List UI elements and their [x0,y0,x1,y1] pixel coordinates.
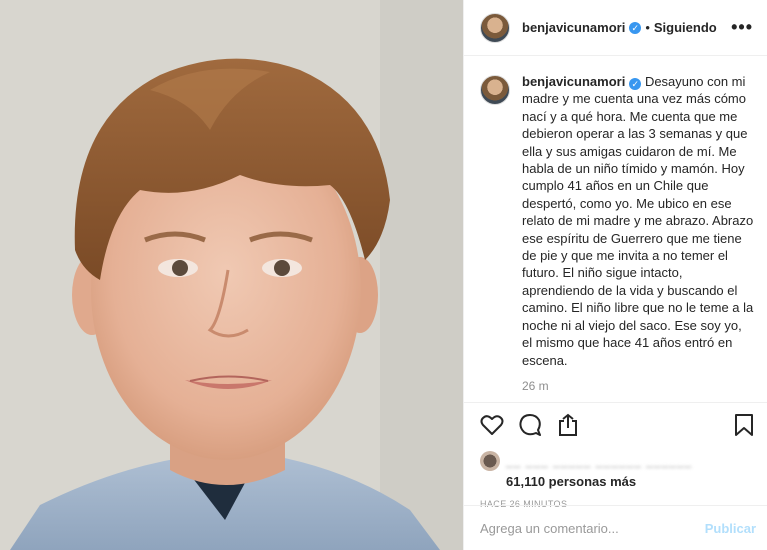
caption-body: benjavicunamori ✓ Desayuno con mi madre y… [522,73,754,369]
likes-count-suffix: personas más [548,474,637,489]
verified-badge-icon: ✓ [629,21,642,34]
caption-author-avatar[interactable] [480,75,510,105]
caption: benjavicunamori ✓ Desayuno con mi madre y… [480,73,754,369]
bookmark-icon[interactable] [734,413,754,437]
caption-text: Desayuno con mi madre y me cuenta una ve… [522,74,754,368]
action-icons-row [480,411,754,439]
author-avatar[interactable] [480,12,510,43]
post-actions: __ ___ _____ ______ ______ 61,110 person… [464,402,767,509]
liked-by-row: __ ___ _____ ______ ______ [480,451,754,471]
caption-scroll-area[interactable]: benjavicunamori ✓ Desayuno con mi madre y… [464,57,767,395]
post-photo[interactable] [0,0,463,550]
caption-time[interactable]: 26 m [522,379,754,393]
comment-icon[interactable] [518,413,542,437]
author-username[interactable]: benjavicunamori [522,20,625,35]
comment-input[interactable] [480,520,705,536]
likes-count[interactable]: 61,110 personas más [506,474,754,489]
boy-portrait-image [0,0,463,550]
post-side-panel: benjavicunamori ✓ • Siguiendo ••• benjav… [463,0,767,550]
liker-avatar[interactable] [480,451,500,471]
comment-bar: Publicar [464,505,767,550]
heart-icon[interactable] [480,414,504,436]
post-header: benjavicunamori ✓ • Siguiendo ••• [464,0,767,56]
more-options-icon[interactable]: ••• [731,17,753,38]
likes-count-number: 61,110 [506,474,546,489]
share-icon[interactable] [556,413,580,437]
caption-username[interactable]: benjavicunamori [522,74,625,89]
publish-button[interactable]: Publicar [705,521,756,536]
separator-dot: • [645,20,650,35]
follow-status-button[interactable]: Siguiendo [654,20,717,35]
caption-verified-badge-icon: ✓ [629,78,642,90]
liked-by-names-blurred[interactable]: __ ___ _____ ______ ______ [506,454,692,468]
